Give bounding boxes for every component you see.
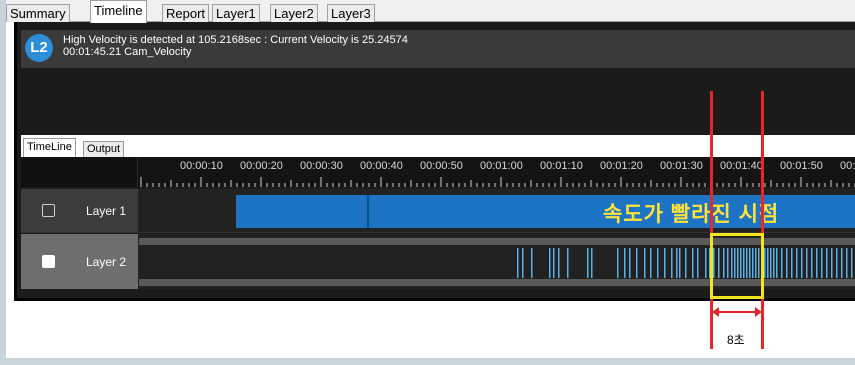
event-mark [664,248,666,278]
tab-summary[interactable]: Summary [6,4,70,22]
tab-timeline[interactable]: Timeline [90,0,147,23]
event-mark [624,248,626,278]
ruler-label: 00:00:40 [360,160,403,172]
layer-badge-icon: L2 [25,34,53,62]
inner-tab-bar: TimeLine Output [21,135,855,157]
event-mark [831,248,833,278]
interval-label: 8초 [727,333,745,347]
event-mark [705,248,707,278]
tab-timeline-view[interactable]: TimeLine [23,138,76,157]
event-mark [671,248,673,278]
tab-layer1[interactable]: Layer1 [212,4,260,22]
event-mark [522,248,524,278]
event-mark [629,248,631,278]
alert-timestamp: 00:01:45.21 Cam_Velocity [63,46,192,58]
ruler-label: 00:01:40 [720,160,763,172]
layer-header: Layer 1 [21,189,138,232]
event-mark [685,248,687,278]
event-mark [764,248,766,278]
layer-2-checkbox[interactable] [42,255,55,268]
event-mark [806,248,808,278]
speed-up-annotation: 속도가 빨라진 시점 [603,203,780,226]
event-mark [770,248,772,278]
event-mark [591,248,593,278]
event-mark [553,248,555,278]
event-mark [816,248,818,278]
event-mark [650,248,652,278]
top-tab-bar: Summary Timeline Report Layer1 Layer2 La… [6,0,855,23]
event-mark [796,248,798,278]
ruler-label: 00:01:30 [660,160,703,172]
layer-header: Layer 2 [21,234,138,289]
ruler-label: 00:01:10 [540,160,583,172]
alert-bar: L2 High Velocity is detected at 105.2168… [21,30,855,68]
tab-layer2[interactable]: Layer2 [270,4,318,22]
layer-1-clip-divider [367,195,369,228]
ruler-label: 00:01:50 [780,160,823,172]
layer-2-name: Layer 2 [86,255,127,269]
ruler-label: 00:00:30 [300,160,343,172]
interval-arrow-icon [712,307,762,317]
event-mark [811,248,813,278]
event-mark [617,248,619,278]
highlight-box [710,233,764,299]
event-mark [836,248,838,278]
event-mark [801,248,803,278]
ruler-ticks [140,177,855,187]
event-mark [549,248,551,278]
tab-layer3[interactable]: Layer3 [327,4,375,22]
event-mark [767,248,769,278]
tab-report[interactable]: Report [162,4,210,22]
layer-1-checkbox[interactable] [42,204,55,217]
tab-output[interactable]: Output [83,141,125,157]
ruler-label: 00:00:10 [180,160,223,172]
event-mark [517,248,519,278]
ruler-label: 00:02 [840,160,855,172]
event-mark [786,248,788,278]
event-mark [826,248,828,278]
layer-row-1[interactable]: Layer 1 속도가 빨라진 시점 [21,189,855,233]
ruler-label: 00:01:00 [480,160,523,172]
ruler-header [21,157,138,187]
ruler-label: 00:01:20 [600,160,643,172]
event-mark [676,248,678,278]
event-mark [776,248,778,278]
event-mark [567,248,569,278]
event-mark [692,248,694,278]
event-mark [657,248,659,278]
event-mark [791,248,793,278]
ruler-label: 00:00:20 [240,160,283,172]
event-mark [821,248,823,278]
layer-1-name: Layer 1 [86,204,127,218]
event-mark [558,248,560,278]
time-ruler[interactable]: 00:00:10 00:00:20 00:00:30 00:00:40 00:0… [21,157,855,187]
event-mark [587,248,589,278]
event-mark [846,248,848,278]
event-mark [636,248,638,278]
alert-message: High Velocity is detected at 105.2168sec… [63,34,408,46]
event-mark [851,248,853,278]
ruler-label: 00:00:50 [420,160,463,172]
event-mark [773,248,775,278]
event-mark [679,248,681,278]
event-mark [781,248,783,278]
event-mark [841,248,843,278]
event-mark [644,248,646,278]
event-mark [531,248,533,278]
event-mark [697,248,699,278]
